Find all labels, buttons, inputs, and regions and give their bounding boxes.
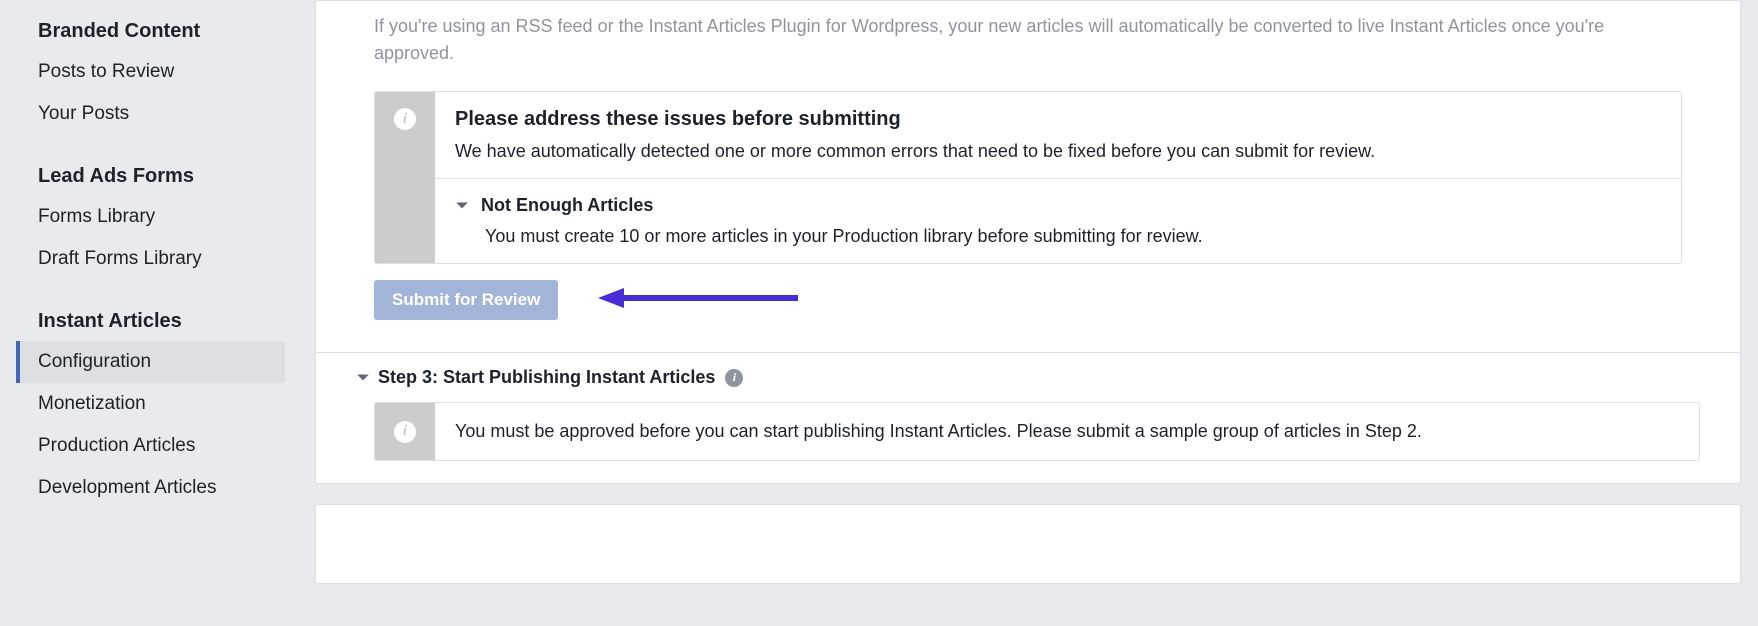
issue-detail-text: You must create 10 or more articles in y… (455, 226, 1661, 247)
content-card: If you're using an RSS feed or the Insta… (315, 0, 1741, 484)
sidebar-section-lead-ads-forms: Lead Ads Forms Forms Library Draft Forms… (38, 165, 315, 280)
info-icon: i (394, 421, 416, 443)
submit-row: Submit for Review (374, 280, 1682, 320)
step3-info-box: i You must be approved before you can st… (374, 402, 1700, 461)
sidebar-item-forms-library[interactable]: Forms Library (38, 196, 315, 238)
step3-title-row[interactable]: Step 3: Start Publishing Instant Article… (356, 367, 1700, 388)
intro-text: If you're using an RSS feed or the Insta… (374, 1, 1682, 79)
step3-section: Step 3: Start Publishing Instant Article… (316, 352, 1740, 483)
info-icon: i (394, 108, 416, 130)
sidebar: Branded Content Posts to Review Your Pos… (0, 0, 315, 626)
issue-title: Please address these issues before submi… (455, 108, 1661, 131)
sidebar-item-your-posts[interactable]: Your Posts (38, 93, 315, 135)
sidebar-section-title: Branded Content (38, 20, 315, 43)
arrow-annotation-icon (598, 285, 798, 316)
step3-title: Step 3: Start Publishing Instant Article… (378, 367, 715, 388)
chevron-down-icon (455, 199, 469, 213)
sidebar-item-posts-to-review[interactable]: Posts to Review (38, 51, 315, 93)
issue-box: i Please address these issues before sub… (374, 91, 1682, 264)
sidebar-item-production-articles[interactable]: Production Articles (38, 425, 315, 467)
main-content: If you're using an RSS feed or the Insta… (315, 0, 1758, 626)
issue-detail[interactable]: Not Enough Articles You must create 10 o… (435, 179, 1681, 263)
sidebar-section-branded-content: Branded Content Posts to Review Your Pos… (38, 20, 315, 135)
issue-detail-title: Not Enough Articles (481, 195, 653, 216)
issue-detail-title-row: Not Enough Articles (455, 195, 1661, 216)
issue-header: Please address these issues before submi… (435, 92, 1681, 179)
step3-info-text: You must be approved before you can star… (435, 403, 1699, 460)
submit-for-review-button[interactable]: Submit for Review (374, 280, 558, 320)
bottom-card (315, 504, 1741, 584)
chevron-down-icon (356, 371, 370, 385)
step3-info-icon-column: i (375, 403, 435, 460)
sidebar-item-configuration[interactable]: Configuration (16, 341, 285, 383)
info-icon[interactable]: i (725, 369, 743, 387)
sidebar-item-draft-forms-library[interactable]: Draft Forms Library (38, 238, 315, 280)
issue-subtitle: We have automatically detected one or mo… (455, 141, 1661, 162)
sidebar-item-development-articles[interactable]: Development Articles (38, 467, 315, 509)
issue-content: Please address these issues before submi… (435, 92, 1681, 263)
sidebar-section-instant-articles: Instant Articles Configuration Monetizat… (38, 310, 315, 509)
sidebar-section-title: Instant Articles (38, 310, 315, 333)
sidebar-section-title: Lead Ads Forms (38, 165, 315, 188)
sidebar-item-monetization[interactable]: Monetization (38, 383, 315, 425)
issue-icon-column: i (375, 92, 435, 263)
